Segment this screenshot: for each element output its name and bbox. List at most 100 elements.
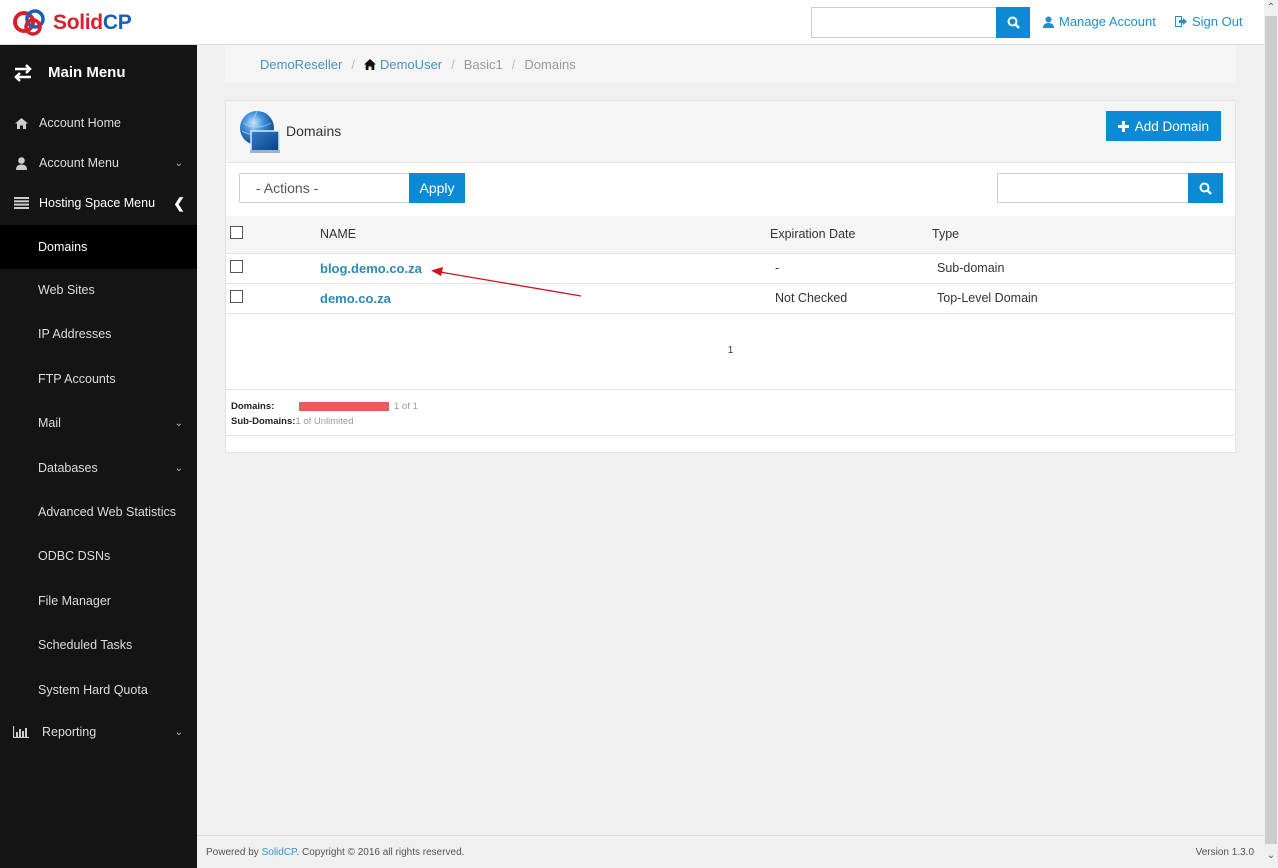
panel-header: Domains Add Domain <box>226 101 1235 163</box>
domain-link[interactable]: demo.co.za <box>320 291 391 306</box>
sidebar-item-label: Reporting <box>42 725 97 739</box>
sidebar: Main Menu Account Home Account Menu ⌄ Ho… <box>0 45 197 868</box>
sidebar-item-reporting[interactable]: Reporting ⌄ <box>0 712 197 752</box>
footer: Powered by SolidCP. Copyright © 2016 all… <box>197 835 1264 868</box>
sidebar-item-label: Web Sites <box>38 283 95 297</box>
sidebar-item-hosting-space-menu[interactable]: Hosting Space Menu ❮ <box>0 183 197 223</box>
main-content: DemoReseller / DemoUser / Basic1 / Domai… <box>197 45 1264 835</box>
logo-text-cp: CP <box>102 11 132 34</box>
breadcrumb-basic1[interactable]: Basic1 <box>464 57 503 72</box>
search-icon <box>1007 16 1020 29</box>
table-row: blog.demo.co.za - Sub-domain <box>226 253 1235 283</box>
expiration-date: - <box>775 261 780 275</box>
swap-arrows-icon <box>13 63 33 82</box>
add-domain-button[interactable]: Add Domain <box>1105 111 1221 141</box>
domains-table: NAME Expiration Date Type blog.demo.co.z… <box>226 216 1235 314</box>
main-menu-header[interactable]: Main Menu <box>0 45 197 100</box>
solidcp-logo[interactable]: SolidCP <box>12 8 132 38</box>
row-checkbox[interactable] <box>230 290 243 303</box>
scroll-down-icon[interactable]: ⌄ <box>1264 848 1278 864</box>
chevron-down-icon: ⌄ <box>174 157 183 169</box>
bulk-actions: - Actions - Apply <box>239 173 465 203</box>
sidebar-item-system-hard-quota[interactable]: System Hard Quota <box>0 670 197 710</box>
sidebar-item-databases[interactable]: Databases ⌄ <box>0 448 197 488</box>
domains-panel: Domains Add Domain - Actions - Apply NAM… <box>225 100 1236 453</box>
sidebar-item-account-home[interactable]: Account Home <box>0 103 197 143</box>
user-icon <box>13 156 29 170</box>
sidebar-item-label: Advanced Web Statistics <box>38 505 177 519</box>
logo-text: SolidCP <box>53 11 132 35</box>
logo-icon <box>13 9 45 36</box>
home-icon <box>364 58 376 70</box>
expiration-date: Not Checked <box>775 291 848 305</box>
page-number-current[interactable]: 1 <box>728 345 734 356</box>
breadcrumb-demouser[interactable]: DemoUser <box>364 57 442 72</box>
sidebar-item-scheduled-tasks[interactable]: Scheduled Tasks <box>0 625 197 665</box>
sidebar-item-label: Account Home <box>39 116 121 130</box>
breadcrumb-separator: / <box>351 56 355 72</box>
sidebar-item-label: FTP Accounts <box>38 372 116 386</box>
breadcrumb-label: DemoReseller <box>260 56 343 72</box>
table-row: demo.co.za Not Checked Top-Level Domain <box>226 283 1235 313</box>
sign-out-link[interactable]: Sign Out <box>1175 14 1243 29</box>
breadcrumb-separator: / <box>511 56 516 72</box>
quota-subdomains: Sub-Domains: 1 of Unlimited <box>231 414 1230 429</box>
actions-select[interactable]: - Actions - <box>239 173 409 203</box>
main-menu-title: Main Menu <box>48 64 126 81</box>
add-domain-label: Add Domain <box>1134 118 1209 134</box>
chevron-left-icon: ❮ <box>173 194 185 211</box>
sidebar-item-label: Mail <box>38 416 61 430</box>
breadcrumb-label: DemoUser <box>380 56 443 72</box>
sidebar-item-mail[interactable]: Mail ⌄ <box>0 403 197 443</box>
column-header-name[interactable]: NAME <box>320 216 770 253</box>
sidebar-item-web-sites[interactable]: Web Sites <box>0 270 197 310</box>
top-search-button[interactable] <box>996 7 1030 38</box>
top-search-input[interactable] <box>811 7 996 38</box>
column-header-type[interactable]: Type <box>932 216 1235 253</box>
footer-copyright: Powered by SolidCP. Copyright © 2016 all… <box>206 847 464 858</box>
breadcrumb-demoreseller[interactable]: DemoReseller <box>260 57 342 72</box>
manage-account-label: Manage Account <box>1059 14 1156 29</box>
logo-text-solid: Solid <box>53 11 103 34</box>
apply-button[interactable]: Apply <box>409 173 465 203</box>
sidebar-item-file-manager[interactable]: File Manager <box>0 581 197 621</box>
breadcrumb: DemoReseller / DemoUser / Basic1 / Domai… <box>225 45 1236 83</box>
footer-copyright-text: . Copyright © 2016 all rights reserved. <box>296 847 465 858</box>
top-search <box>811 7 1030 38</box>
chevron-down-icon: ⌄ <box>174 417 183 429</box>
sidebar-item-label: File Manager <box>38 594 111 608</box>
sidebar-item-odbc-dsns[interactable]: ODBC DSNs <box>0 536 197 576</box>
domain-search-button[interactable] <box>1188 173 1223 203</box>
scroll-up-icon[interactable]: ⌃ <box>1264 0 1278 16</box>
search-icon <box>1199 182 1212 195</box>
pagination: 1 <box>226 345 1235 356</box>
domain-search-input[interactable] <box>997 173 1188 203</box>
page-scrollbar[interactable]: ⌃ ⌄ <box>1264 0 1278 868</box>
domain-link[interactable]: blog.demo.co.za <box>320 261 422 276</box>
sign-out-icon <box>1175 16 1187 27</box>
sidebar-item-ip-addresses[interactable]: IP Addresses <box>0 314 197 354</box>
sidebar-item-account-menu[interactable]: Account Menu ⌄ <box>0 143 197 183</box>
footer-version: Version 1.3.0 <box>1195 847 1254 858</box>
quota-domains-label: Domains: <box>231 401 275 412</box>
sidebar-item-advanced-web-statistics[interactable]: Advanced Web Statistics <box>0 492 197 532</box>
column-header-expiration[interactable]: Expiration Date <box>770 216 932 253</box>
chevron-down-icon: ⌄ <box>174 726 183 738</box>
sidebar-item-label: System Hard Quota <box>38 683 148 697</box>
chevron-down-icon: ⌄ <box>174 462 183 474</box>
quota-domains-value: 1 of 1 <box>394 401 418 412</box>
sidebar-item-ftp-accounts[interactable]: FTP Accounts <box>0 359 197 399</box>
list-icon <box>13 197 29 209</box>
footer-solidcp-link[interactable]: SolidCP <box>262 847 297 858</box>
sign-out-label: Sign Out <box>1192 14 1243 29</box>
scroll-thumb[interactable] <box>1265 16 1277 844</box>
domain-type: Sub-domain <box>937 261 1005 275</box>
globe-computer-icon <box>237 109 283 158</box>
sidebar-item-domains[interactable]: Domains <box>0 225 197 269</box>
quota-domains: Domains: 1 of 1 <box>231 399 1230 414</box>
top-header: SolidCP Manage Account Sign Out <box>0 0 1264 45</box>
manage-account-link[interactable]: Manage Account <box>1043 14 1156 29</box>
home-icon <box>13 117 29 129</box>
row-checkbox[interactable] <box>230 260 243 273</box>
select-all-checkbox[interactable] <box>230 226 243 240</box>
